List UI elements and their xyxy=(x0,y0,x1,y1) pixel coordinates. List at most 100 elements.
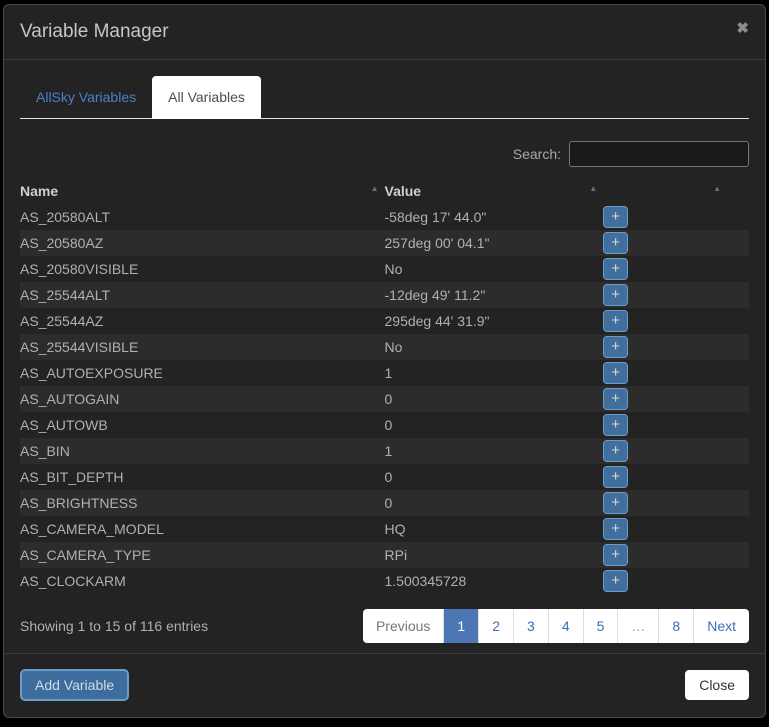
pagination-page-1[interactable]: 1 xyxy=(443,609,479,643)
variable-name-cell: AS_20580VISIBLE xyxy=(20,261,139,277)
variable-action-cell: + xyxy=(603,464,749,490)
pagination-next[interactable]: Next xyxy=(693,609,749,643)
dialog-body: AllSky Variables All Variables Search: N… xyxy=(4,60,765,653)
table-row: AS_AUTOWB 0 + xyxy=(20,412,749,438)
variables-table-body: AS_20580ALT -58deg 17' 44.0" + AS_20580AZ 25… xyxy=(20,204,749,594)
column-header-name[interactable]: Name ▲ xyxy=(20,178,385,204)
pagination-page-3[interactable]: 3 xyxy=(513,609,548,643)
table-row: AS_CAMERA_TYPE RPi + xyxy=(20,542,749,568)
add-variable-button[interactable]: Add Variable xyxy=(20,669,130,701)
close-button[interactable]: Close xyxy=(685,670,749,700)
variable-name-cell: AS_CAMERA_MODEL xyxy=(20,521,164,537)
table-row: AS_20580AZ 257deg 00' 04.1" + xyxy=(20,230,749,256)
pagination-ellipsis: … xyxy=(617,609,658,643)
column-header-value-label: Value xyxy=(384,183,422,199)
pagination-previous[interactable]: Previous xyxy=(363,609,443,643)
dialog-title: Variable Manager xyxy=(20,21,169,42)
close-icon[interactable]: ✖ xyxy=(736,20,749,38)
variable-name-cell: AS_AUTOEXPOSURE xyxy=(20,365,163,381)
variable-action-cell: + xyxy=(603,516,749,542)
table-row: AS_25544VISIBLE No + xyxy=(20,334,749,360)
add-to-expression-button[interactable]: + xyxy=(603,414,629,436)
sort-asc-icon: ▲ xyxy=(370,184,379,193)
variable-name-cell: AS_25544AZ xyxy=(20,313,104,329)
variable-manager-dialog: Variable Manager ✖ AllSky Variables All … xyxy=(3,4,766,718)
pagination-page-4[interactable]: 4 xyxy=(547,609,583,643)
add-to-expression-button[interactable]: + xyxy=(603,388,629,410)
variable-value-cell: No xyxy=(384,261,403,277)
pagination-page-8[interactable]: 8 xyxy=(658,609,693,643)
variable-action-cell: + xyxy=(603,438,749,464)
variable-value-cell: -58deg 17' 44.0" xyxy=(384,209,487,225)
table-footer: Showing 1 to 15 of 116 entries Previous 1… xyxy=(20,609,749,643)
variable-value-cell: RPi xyxy=(384,547,408,563)
tab-bar: AllSky Variables All Variables xyxy=(20,76,749,119)
add-to-expression-button[interactable]: + xyxy=(603,466,629,488)
table-row: AS_BIT_DEPTH 0 + xyxy=(20,464,749,490)
add-to-expression-button[interactable]: + xyxy=(603,362,629,384)
pagination-page-5[interactable]: 5 xyxy=(582,609,618,643)
variable-value-cell: No xyxy=(384,339,403,355)
add-to-expression-button[interactable]: + xyxy=(603,310,629,332)
tab-all-variables[interactable]: All Variables xyxy=(152,76,261,119)
table-row: AS_20580ALT -58deg 17' 44.0" + xyxy=(20,204,749,230)
variable-name-cell: AS_BIN xyxy=(20,443,70,459)
variable-value-cell: -12deg 49' 11.2" xyxy=(384,287,486,303)
variable-action-cell: + xyxy=(603,412,749,438)
variable-name-cell: AS_AUTOGAIN xyxy=(20,391,120,407)
table-row: AS_20580VISIBLE No + xyxy=(20,256,749,282)
add-to-expression-button[interactable]: + xyxy=(603,206,629,228)
sort-asc-icon: ▲ xyxy=(589,184,598,193)
variable-value-cell: 0 xyxy=(384,469,393,485)
entries-summary: Showing 1 to 15 of 116 entries xyxy=(20,618,209,634)
variable-value-cell: 1 xyxy=(384,365,393,381)
add-to-expression-button[interactable]: + xyxy=(603,258,629,280)
table-row: AS_25544AZ 295deg 44' 31.9" + xyxy=(20,308,749,334)
variable-name-cell: AS_AUTOWB xyxy=(20,417,108,433)
variable-action-cell: + xyxy=(603,490,749,516)
variable-name-cell: AS_BRIGHTNESS xyxy=(20,495,138,511)
table-row: AS_BRIGHTNESS 0 + xyxy=(20,490,749,516)
table-header-row: Name ▲ Value ▲ ▲ xyxy=(20,178,749,204)
add-to-expression-button[interactable]: + xyxy=(603,544,629,566)
variable-action-cell: + xyxy=(603,308,749,334)
variable-value-cell: HQ xyxy=(384,521,406,537)
variable-value-cell: 0 xyxy=(384,495,393,511)
table-row: AS_CAMERA_MODEL HQ + xyxy=(20,516,749,542)
variable-name-cell: AS_BIT_DEPTH xyxy=(20,469,124,485)
variable-name-cell: AS_25544ALT xyxy=(20,287,111,303)
variable-name-cell: AS_25544VISIBLE xyxy=(20,339,139,355)
pagination-page-2[interactable]: 2 xyxy=(478,609,513,643)
add-to-expression-button[interactable]: + xyxy=(603,492,629,514)
variable-value-cell: 1 xyxy=(384,443,393,459)
add-to-expression-button[interactable]: + xyxy=(603,232,629,254)
variables-table: Name ▲ Value ▲ ▲ AS_20580ALT -58deg 17' 4… xyxy=(20,178,749,594)
table-row: AS_AUTOEXPOSURE 1 + xyxy=(20,360,749,386)
variable-action-cell: + xyxy=(603,282,749,308)
table-row: AS_BIN 1 + xyxy=(20,438,749,464)
variable-action-cell: + xyxy=(603,386,749,412)
table-row: AS_CLOCKARM 1.500345728 + xyxy=(20,568,749,594)
variable-name-cell: AS_20580AZ xyxy=(20,235,104,251)
variable-action-cell: + xyxy=(603,542,749,568)
column-header-name-label: Name xyxy=(20,183,59,199)
dialog-footer: Add Variable Close xyxy=(4,653,765,717)
tab-allsky-variables[interactable]: AllSky Variables xyxy=(20,76,152,118)
variable-action-cell: + xyxy=(603,360,749,386)
add-to-expression-button[interactable]: + xyxy=(603,518,629,540)
add-to-expression-button[interactable]: + xyxy=(603,570,629,592)
sort-asc-icon: ▲ xyxy=(713,184,721,193)
search-input[interactable] xyxy=(569,141,749,167)
variable-action-cell: + xyxy=(603,334,749,360)
variable-action-cell: + xyxy=(603,568,749,594)
column-header-value[interactable]: Value ▲ xyxy=(385,178,604,204)
dialog-header: Variable Manager ✖ xyxy=(4,5,765,60)
search-row: Search: xyxy=(20,141,749,167)
add-to-expression-button[interactable]: + xyxy=(603,284,629,306)
column-header-action[interactable]: ▲ xyxy=(603,178,749,204)
table-row: AS_25544ALT -12deg 49' 11.2" + xyxy=(20,282,749,308)
variable-name-cell: AS_CLOCKARM xyxy=(20,573,126,589)
variable-value-cell: 295deg 44' 31.9" xyxy=(384,313,490,329)
add-to-expression-button[interactable]: + xyxy=(603,336,629,358)
add-to-expression-button[interactable]: + xyxy=(603,440,629,462)
